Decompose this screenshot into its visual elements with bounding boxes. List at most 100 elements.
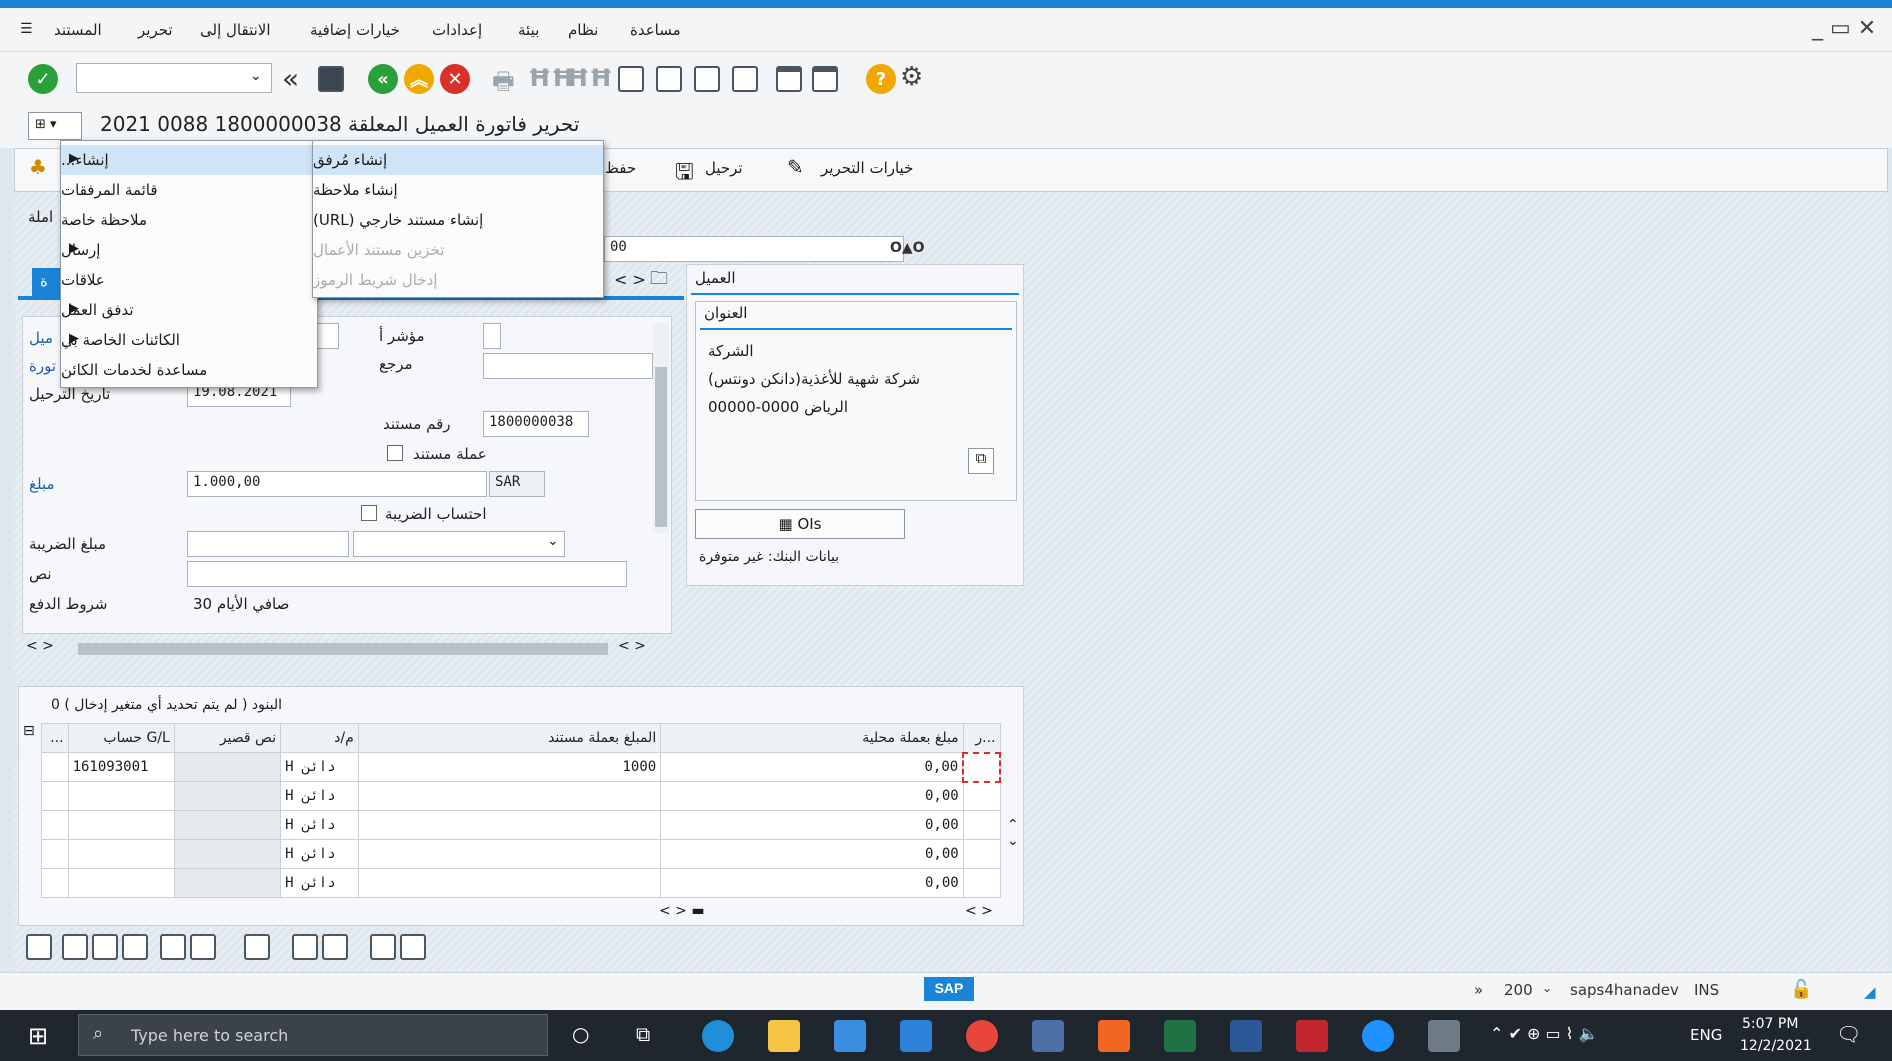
resize-grip-icon[interactable]: ◢ — [1864, 983, 1876, 1001]
amount-link[interactable]: مبلغ — [29, 475, 55, 493]
tax-code-chevron-icon[interactable]: ⌄ — [547, 533, 559, 549]
col-header-short-text[interactable]: نص قصير — [173, 723, 282, 753]
new-session-icon[interactable] — [776, 66, 802, 92]
menu-item-relationships[interactable]: علاقات — [61, 265, 317, 295]
dc-cell[interactable]: H دائن — [280, 781, 359, 811]
exit-icon[interactable]: ︽ — [404, 64, 434, 94]
window-controls[interactable]: _ ▭ ✕ — [1812, 16, 1876, 41]
cancel-icon[interactable]: ✕ — [440, 64, 470, 94]
tax-code-dropdown[interactable] — [353, 531, 565, 557]
dc-cell[interactable]: H دائن — [280, 839, 359, 869]
doc-amount-cell[interactable]: 1000 — [357, 752, 662, 782]
sap-gui-icon[interactable] — [1428, 1020, 1460, 1052]
r-cell[interactable] — [962, 751, 1001, 783]
cortana-icon[interactable]: ○ — [572, 1022, 589, 1046]
menu-item-attachments-list[interactable]: قائمة المرفقات — [61, 175, 317, 205]
clock-date[interactable]: 12/2/2021 — [1740, 1038, 1812, 1054]
menu-extras[interactable]: خيارات إضافية — [310, 21, 400, 39]
last-page-icon[interactable] — [732, 66, 758, 92]
table-row[interactable]: H دائن 0,00 — [41, 868, 1001, 898]
table-vscroll-icon[interactable]: ⌃ ⌄ — [1007, 817, 1019, 849]
save-icon[interactable] — [318, 66, 344, 92]
text-field[interactable] — [187, 561, 627, 587]
doc-amount-cell[interactable] — [357, 868, 662, 898]
mail-icon[interactable] — [900, 1020, 932, 1052]
security-icon[interactable] — [1296, 1020, 1328, 1052]
menu-goto[interactable]: الانتقال إلى — [200, 21, 271, 39]
amount-field[interactable]: 1.000,00 — [187, 471, 487, 497]
gl-account-cell[interactable] — [67, 810, 175, 840]
row-selector[interactable] — [41, 752, 69, 782]
help-icon[interactable]: ? — [866, 64, 896, 94]
edit-options-button[interactable]: خيارات التحرير — [821, 159, 913, 177]
table-row[interactable]: 161093001 H دائن 1000 0,00 — [41, 751, 1001, 783]
row-selector[interactable] — [41, 868, 69, 898]
dc-cell[interactable]: H دائن — [280, 868, 359, 898]
menu-icon[interactable]: ☰ — [20, 21, 33, 37]
menu-edit[interactable]: تحرير — [138, 21, 173, 39]
post-button[interactable]: ترحيل — [705, 159, 743, 177]
customer-tab[interactable]: العميل — [695, 269, 736, 287]
dc-cell[interactable]: H دائن — [280, 752, 359, 782]
menu-document[interactable]: المستند — [54, 21, 102, 39]
menu-item-send[interactable]: إرسال ▶ — [61, 235, 317, 265]
r-cell[interactable] — [962, 839, 1001, 869]
task-view-icon[interactable]: ⧉ — [636, 1022, 650, 1046]
r-cell[interactable] — [962, 781, 1001, 811]
menu-system[interactable]: نظام — [568, 21, 598, 39]
save-partial-label[interactable]: حفظ — [605, 159, 636, 177]
tab-scroll-icon[interactable]: < > — [614, 270, 646, 289]
store-icon[interactable] — [834, 1020, 866, 1052]
table-settings-icon[interactable]: ⊟ — [23, 723, 35, 739]
doc-currency-checkbox[interactable] — [387, 445, 403, 461]
sort-asc-icon[interactable] — [62, 934, 88, 960]
r-cell[interactable] — [962, 810, 1001, 840]
brave-icon[interactable] — [1098, 1020, 1130, 1052]
paste-icon[interactable] — [322, 934, 348, 960]
table-hscroll-icon-2[interactable]: < > — [965, 903, 993, 919]
status-expand-icon[interactable]: » — [1474, 981, 1483, 999]
gl-account-cell[interactable] — [67, 868, 175, 898]
scroll-left-right-icon[interactable]: < > — [26, 638, 54, 654]
col-header-marker[interactable]: ... — [41, 723, 69, 753]
menu-item-object-services-help[interactable]: مساعدة لخدمات الكائن — [61, 355, 317, 385]
edit-pencil-icon[interactable]: ✎ — [787, 155, 804, 179]
header-field[interactable]: 00 — [604, 236, 904, 262]
word-icon[interactable] — [1230, 1020, 1262, 1052]
address-details-icon[interactable]: ⧉ — [968, 448, 994, 474]
customer-link[interactable]: ميل — [29, 329, 53, 347]
menu-item-create[interactable]: ...إنشاء ▶ — [61, 145, 317, 175]
file-explorer-icon[interactable] — [768, 1020, 800, 1052]
command-dropdown-icon[interactable]: ⌄ — [250, 68, 262, 84]
windows-start-icon[interactable]: ⊞ — [28, 1022, 48, 1050]
doc-amount-cell[interactable] — [357, 810, 662, 840]
clock-time[interactable]: 5:07 PM — [1742, 1016, 1798, 1032]
menu-help[interactable]: مساعدة — [630, 21, 681, 39]
row-selector[interactable] — [41, 810, 69, 840]
invoice-link[interactable]: تورة — [29, 357, 56, 375]
r-cell[interactable] — [962, 868, 1001, 898]
previous-page-icon[interactable] — [656, 66, 682, 92]
sap-logon-icon[interactable] — [1032, 1020, 1064, 1052]
hierarchy-icon[interactable]: ♣ — [29, 155, 47, 179]
menu-settings[interactable]: إعدادات — [432, 21, 482, 39]
calc-tax-checkbox[interactable] — [361, 505, 377, 521]
taskbar-search-box[interactable]: ⌕ Type here to search — [78, 1014, 548, 1056]
table-row[interactable]: H دائن 0,00 — [41, 781, 1001, 811]
menu-item-workflow[interactable]: تدفق العمل ▶ — [61, 295, 317, 325]
enter-icon[interactable]: ✓ — [28, 64, 58, 94]
scrollbar-thumb[interactable] — [655, 367, 667, 527]
doc-amount-cell[interactable] — [357, 839, 662, 869]
row-selector[interactable] — [41, 781, 69, 811]
col-header-doc-amount[interactable]: المبلغ بعملة مستند — [357, 723, 662, 753]
internet-explorer-icon[interactable] — [1362, 1020, 1394, 1052]
table-hscroll-icon[interactable]: < > ▬ — [659, 903, 705, 919]
back-icon[interactable]: « — [368, 64, 398, 94]
layout-icon[interactable] — [370, 934, 396, 960]
sort-desc-icon[interactable] — [92, 934, 118, 960]
menu-item-create-attachment[interactable]: إنشاء مُرفق — [313, 145, 603, 175]
table-row[interactable]: H دائن 0,00 — [41, 810, 1001, 840]
tab-list-icon[interactable]: 🗀 — [650, 266, 668, 296]
indicator-field[interactable] — [483, 323, 501, 349]
first-page-icon[interactable] — [618, 66, 644, 92]
